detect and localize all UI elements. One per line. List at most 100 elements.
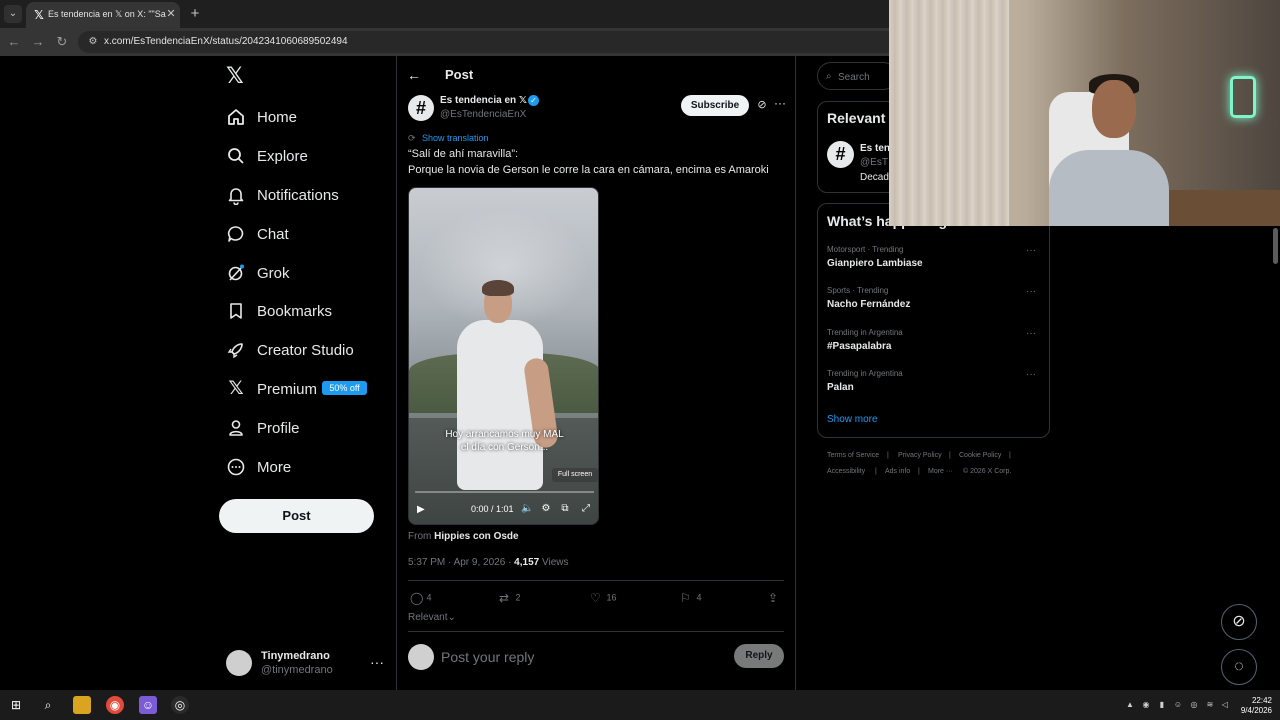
share-action[interactable]: ⇪ xyxy=(768,591,782,605)
footer-link-ads[interactable]: Ads info xyxy=(885,468,910,475)
nav-label: Explore xyxy=(257,148,308,165)
reply-input[interactable] xyxy=(441,647,721,667)
timestamp[interactable]: 5:37 PM · Apr 9, 2026 · xyxy=(408,557,514,568)
post-button[interactable]: Post xyxy=(219,499,374,533)
file-explorer-icon[interactable] xyxy=(73,696,91,714)
grok-float-button[interactable]: ⊘ xyxy=(1221,604,1257,640)
author-avatar[interactable]: # xyxy=(408,95,434,121)
pip-icon[interactable]: ⧉ xyxy=(559,503,571,515)
tab-search-button[interactable]: ⌄ xyxy=(4,5,22,23)
like-action[interactable]: ♡ 16 xyxy=(590,591,617,605)
footer-link-tos[interactable]: Terms of Service xyxy=(827,452,879,459)
bookmark-action[interactable]: ⚐ 4 xyxy=(680,591,702,605)
more-dots-icon[interactable]: ··· xyxy=(1026,245,1036,256)
obs-icon[interactable]: ◎ xyxy=(171,696,189,714)
chevron-down-icon: ⌄ xyxy=(447,612,456,623)
source-link[interactable]: Hippies con Osde xyxy=(434,531,518,542)
trend-title: Nacho Fernández xyxy=(827,299,911,310)
trend-item[interactable]: Sports · Trending Nacho Fernández ··· xyxy=(827,286,1042,318)
relevant-title: Relevant xyxy=(827,110,886,126)
reply-sort-dropdown[interactable]: Relevant⌄ xyxy=(408,612,456,623)
volume-icon[interactable]: 🔈 xyxy=(521,503,533,515)
search-icon[interactable]: ⌕ xyxy=(39,696,57,714)
account-name: Tinymedrano xyxy=(261,650,330,662)
settings-icon[interactable]: ⚙ xyxy=(540,503,552,515)
sort-label: Relevant xyxy=(408,612,448,623)
x-logo-icon[interactable]: 𝕏 xyxy=(226,65,246,87)
whats-happening-card xyxy=(817,203,1050,438)
volume-icon[interactable]: ◁ xyxy=(1220,700,1230,710)
author-handle[interactable]: @EsTendenciaEnX xyxy=(440,109,526,120)
browser-tab[interactable]: 𝕏 Es tendencia en 𝕏 on X: ""Salí d ✕ xyxy=(26,2,180,28)
tray-icon[interactable]: ☺ xyxy=(1173,700,1183,710)
footer-link-privacy[interactable]: Privacy Policy xyxy=(898,452,942,459)
home-icon xyxy=(226,107,246,127)
repost-count: 2 xyxy=(515,592,521,603)
back-icon[interactable]: ← xyxy=(6,34,22,50)
account-handle: @tinymedrano xyxy=(261,664,333,676)
footer-link-cookie[interactable]: Cookie Policy xyxy=(959,452,1001,459)
share-icon: ⇪ xyxy=(768,591,779,605)
subscribe-button[interactable]: Subscribe xyxy=(681,95,749,116)
nav-label: Profile xyxy=(257,420,300,437)
search-input[interactable] xyxy=(838,69,896,85)
trend-item[interactable]: Trending in Argentina Palan ··· xyxy=(827,369,1042,401)
scrollbar[interactable] xyxy=(1271,226,1280,690)
new-tab-button[interactable]: + xyxy=(186,5,204,23)
trend-item[interactable]: Trending in Argentina #Pasapalabra ··· xyxy=(827,328,1042,360)
footer-link-accessibility[interactable]: Accessibility xyxy=(827,468,865,475)
translate-icon: ⟳ xyxy=(408,133,416,143)
more-dots-icon[interactable]: ··· xyxy=(1026,369,1036,380)
address-bar[interactable]: ⚙ x.com/EsTendenciaEnX/status/2042341060… xyxy=(78,31,938,53)
fullscreen-icon[interactable]: ⤢ xyxy=(580,503,592,515)
reply-action[interactable]: ◯ 4 xyxy=(410,591,432,605)
premium-discount-badge: 50% off xyxy=(322,381,367,395)
reply-button[interactable]: Reply xyxy=(734,644,784,668)
site-info-icon[interactable]: ⚙ xyxy=(86,35,100,49)
tray-icon[interactable]: ◎ xyxy=(1189,700,1199,710)
taskbar-clock[interactable]: 22:42 9/4/2026 xyxy=(1236,696,1272,716)
more-dots-icon[interactable]: ··· xyxy=(1026,328,1036,339)
relevant-handle[interactable]: @EsT xyxy=(860,157,888,168)
reload-icon[interactable]: ↻ xyxy=(54,34,70,50)
tab-title: Es tendencia en 𝕏 on X: ""Salí d xyxy=(48,9,166,19)
windows-start-icon[interactable]: ⊞ xyxy=(7,696,25,714)
tray-icon[interactable]: ▮ xyxy=(1157,700,1167,710)
grok-icon xyxy=(226,263,246,283)
account-switcher[interactable]: Tinymedrano @tinymedrano ··· xyxy=(226,648,386,680)
grok-icon[interactable]: ⊘ xyxy=(755,98,769,112)
play-icon[interactable]: ▶ xyxy=(417,504,429,516)
tray-icon[interactable]: ◉ xyxy=(1141,700,1151,710)
scrollbar-thumb[interactable] xyxy=(1273,228,1278,264)
wifi-icon[interactable]: ≋ xyxy=(1205,700,1215,710)
footer-copyright: © 2026 X Corp. xyxy=(963,468,1012,475)
chrome-icon[interactable]: ◉ xyxy=(106,696,124,714)
close-tab-icon[interactable]: ✕ xyxy=(164,7,178,21)
chat-float-button[interactable]: ◌ xyxy=(1221,649,1257,685)
search-box[interactable]: ⌕ xyxy=(817,62,897,90)
tray-icon[interactable]: ▲ xyxy=(1125,700,1135,710)
discord-icon[interactable]: ☺ xyxy=(139,696,157,714)
show-translation-link[interactable]: Show translation xyxy=(422,133,489,143)
more-dots-icon[interactable]: ··· xyxy=(773,96,787,110)
forward-icon[interactable]: → xyxy=(30,34,46,50)
verified-badge-icon: ✓ xyxy=(528,95,539,106)
back-arrow-icon[interactable]: ← xyxy=(407,67,423,83)
more-circle-icon xyxy=(226,457,246,477)
trend-item[interactable]: Motorsport · Trending Gianpiero Lambiase… xyxy=(827,245,1042,277)
nav-label: Bookmarks xyxy=(257,303,333,320)
url-text: x.com/EsTendenciaEnX/status/204234106068… xyxy=(104,36,348,47)
show-more-link[interactable]: Show more xyxy=(827,414,878,425)
repost-action[interactable]: ⇄ 2 xyxy=(499,591,521,605)
relevant-name[interactable]: Es ten xyxy=(860,143,890,154)
reply-icon: ◯ xyxy=(410,591,424,605)
bookmark-count: 4 xyxy=(696,592,702,603)
video-progress-track[interactable] xyxy=(415,491,594,493)
neon-sign-icon xyxy=(1230,76,1256,118)
more-dots-icon[interactable]: ··· xyxy=(1026,286,1036,297)
video-player[interactable]: Hoy arrancamos muy MAL el día con Gerson… xyxy=(408,187,599,525)
video-caption: Hoy arrancamos muy MAL xyxy=(445,429,564,440)
avatar[interactable]: # xyxy=(827,141,854,168)
author-name[interactable]: Es tendencia en 𝕏 xyxy=(440,95,527,106)
footer-link-more[interactable]: More ··· xyxy=(928,468,953,475)
